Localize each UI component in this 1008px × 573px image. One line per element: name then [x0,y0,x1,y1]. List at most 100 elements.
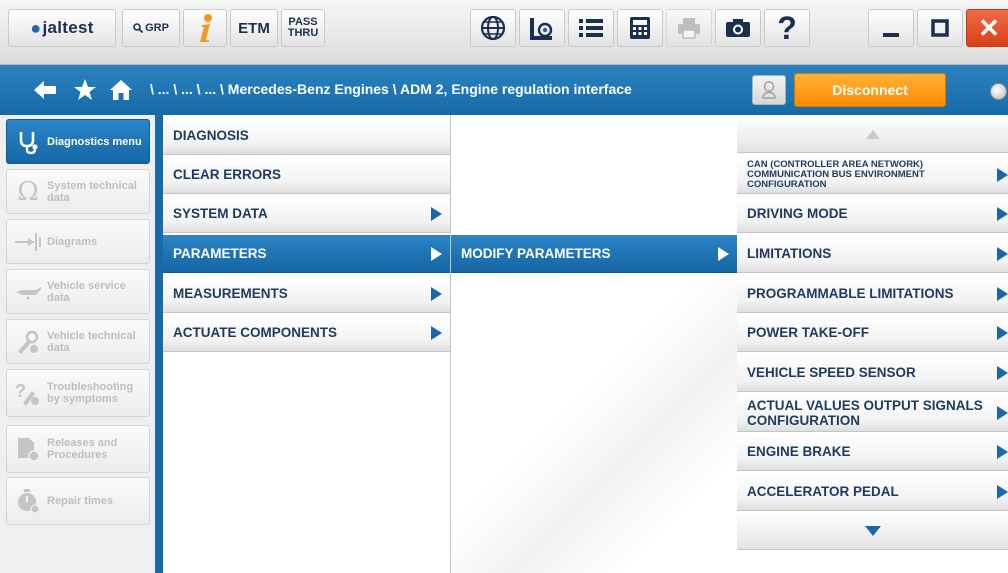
menu-column-2: MODIFY PARAMETERS [451,115,737,573]
sidebar-item-vehicle-technical-data[interactable]: Vehicle technical data [6,319,150,364]
menu-item-actual-values-output-signals[interactable]: ACTUAL VALUES OUTPUT SIGNALS CONFIGURATI… [737,394,1008,432]
menu-item-label: MEASUREMENTS [173,286,288,301]
maximize-icon [931,19,949,37]
sidebar-item-repair-times[interactable]: Repair times [6,477,150,525]
sidebar-item-vehicle-service-data[interactable]: Vehicle service data [6,269,150,314]
calculator-button[interactable] [617,9,663,47]
logo-dot-icon: ● [30,17,42,38]
navigation-bar: \ ... \ ... \ ... \ Mercedes-Benz Engine… [0,65,1008,115]
print-button[interactable] [666,9,712,47]
chevron-right-icon [997,444,1008,459]
target-icon [530,18,553,40]
menu-item-programmable-limitations[interactable]: PROGRAMMABLE LIMITATIONS [737,275,1008,313]
favorites-star-icon[interactable] [72,77,98,103]
sidebar-item-label: Releases and Procedures [47,437,118,461]
grp-button[interactable]: GRP [122,9,180,47]
menu-item-label: DRIVING MODE [747,206,848,221]
sidebar: Diagnostics menu Ω System technical data… [0,115,163,573]
menu-item-parameters[interactable]: PARAMETERS [163,235,450,273]
jaltest-logo[interactable]: ● jaltest [8,9,116,47]
menu-item-power-take-off[interactable]: POWER TAKE-OFF [737,314,1008,352]
omega-icon: Ω [17,176,39,207]
etm-label: ETM [238,19,270,37]
menu-item-diagnosis[interactable]: DIAGNOSIS [163,117,450,155]
help-icon: ? [777,9,797,46]
user-button[interactable] [752,75,786,105]
sidebar-item-troubleshooting-by-symptoms[interactable]: ? Troubleshooting by symptoms [6,369,150,417]
chevron-right-icon [997,286,1008,301]
menu-item-label: VEHICLE SPEED SENSOR [747,365,916,380]
printer-icon [678,18,700,39]
sidebar-item-label: System technical data [47,179,137,204]
menu-item-label: POWER TAKE-OFF [747,325,869,340]
sidebar-item-diagnostics-menu[interactable]: Diagnostics menu [6,119,150,164]
disconnect-button[interactable]: Disconnect [794,73,946,107]
target-button[interactable] [519,9,565,47]
back-arrow-icon[interactable] [32,77,58,103]
chevron-right-icon [718,246,729,261]
info-icon [200,14,212,42]
sidebar-item-system-technical-data[interactable]: Ω System technical data [6,169,150,214]
svg-text:?: ? [15,381,26,401]
menu-item-clear-errors[interactable]: CLEAR ERRORS [163,156,450,194]
close-button[interactable]: ✕ [966,9,1008,47]
maximize-button[interactable] [917,9,963,47]
menu-item-engine-brake[interactable]: ENGINE BRAKE [737,433,1008,471]
menu-item-label: SYSTEM DATA [173,206,268,221]
menu-item-label: PARAMETERS [173,246,267,261]
menu-item-modify-parameters[interactable]: MODIFY PARAMETERS [451,235,737,273]
connection-status-indicator [990,83,1007,100]
chevron-right-icon [997,325,1008,340]
menu-item-label: LIMITATIONS [747,246,832,261]
menu-item-driving-mode[interactable]: DRIVING MODE [737,195,1008,233]
globe-button[interactable] [470,9,516,47]
scroll-down-icon [864,525,881,536]
list-icon [579,19,603,37]
pass-thru-label: PASS THRU [288,17,319,39]
menu-item-label: CLEAR ERRORS [173,167,282,182]
menu-item-system-data[interactable]: SYSTEM DATA [163,195,450,233]
scroll-up-icon [865,130,880,139]
menu-item-measurements[interactable]: MEASUREMENTS [163,275,450,313]
chevron-right-icon [997,484,1008,499]
troubleshooting-icon: ? [11,377,45,409]
scroll-up-button[interactable] [737,117,1008,153]
chevron-right-icon [431,206,442,221]
menu-item-vehicle-speed-sensor[interactable]: VEHICLE SPEED SENSOR [737,354,1008,392]
sidebar-item-label: Vehicle service data [47,279,126,304]
menu-item-actuate-components[interactable]: ACTUATE COMPONENTS [163,314,450,352]
sidebar-item-releases-and-procedures[interactable]: Releases and Procedures [6,425,150,473]
diagram-icon [11,226,45,258]
sidebar-item-label: Diagnostics menu [47,135,142,148]
menu-item-label: ACCELERATOR PEDAL [747,484,899,499]
sidebar-item-diagrams[interactable]: Diagrams [6,219,150,264]
menu-item-can-configuration[interactable]: CAN (CONTROLLER AREA NETWORK) COMMUNICAT… [737,156,1008,194]
menu-item-accelerator-pedal[interactable]: ACCELERATOR PEDAL [737,473,1008,511]
help-button[interactable]: ? [764,9,810,47]
wrench-gear-icon [11,326,45,358]
info-button[interactable] [183,9,227,47]
scroll-down-button[interactable] [737,512,1008,550]
menu-item-label: CAN (CONTROLLER AREA NETWORK) COMMUNICAT… [747,158,925,190]
close-icon: ✕ [978,12,1000,43]
list-button[interactable] [568,9,614,47]
logo-text: jaltest [42,18,94,37]
home-icon[interactable] [108,77,134,103]
camera-icon [726,19,750,37]
grp-label: GRP [145,22,169,34]
chevron-right-icon [431,286,442,301]
breadcrumb: \ ... \ ... \ ... \ Mercedes-Benz Engine… [150,81,632,97]
camera-button[interactable] [715,9,761,47]
menu-column-3: CAN (CONTROLLER AREA NETWORK) COMMUNICAT… [737,115,1008,573]
chevron-right-icon [431,325,442,340]
chevron-right-icon [997,405,1008,420]
chevron-right-icon [997,206,1008,221]
minimize-button[interactable] [868,9,914,47]
menu-item-label: ACTUATE COMPONENTS [173,325,337,340]
menu-item-label: ENGINE BRAKE [747,444,851,459]
chevron-right-icon [997,167,1008,182]
sidebar-item-label: Repair times [47,495,114,507]
pass-thru-button[interactable]: PASS THRU [281,9,325,47]
etm-button[interactable]: ETM [230,9,278,47]
menu-item-limitations[interactable]: LIMITATIONS [737,235,1008,273]
